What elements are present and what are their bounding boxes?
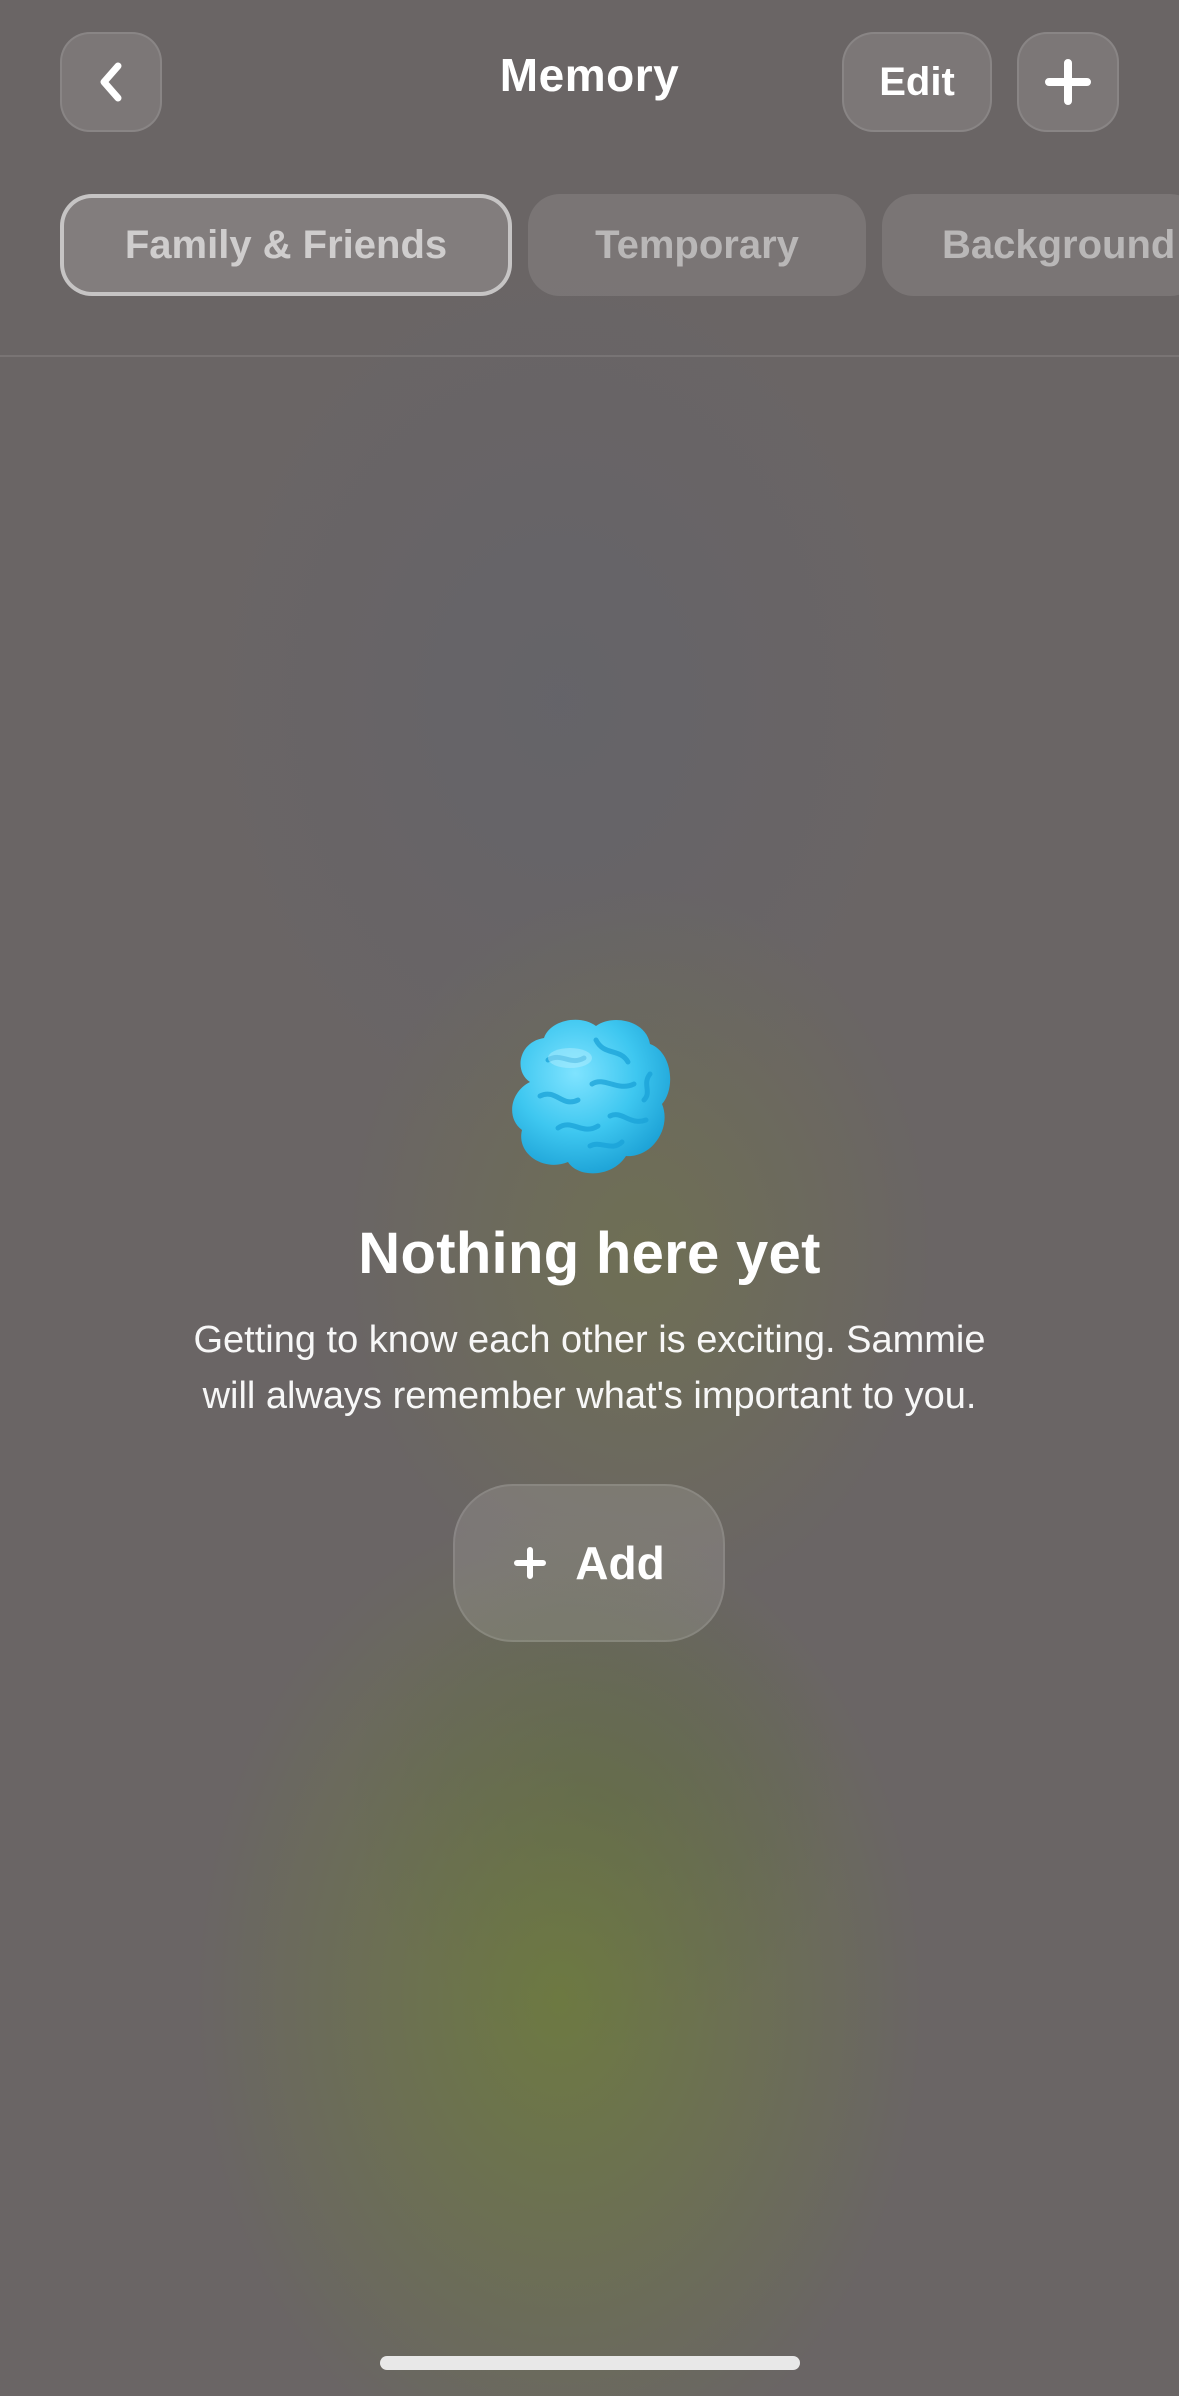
add-button-label: Add [575,1537,665,1589]
tab-temporary[interactable]: Temporary [528,194,866,296]
empty-state-title: Nothing here yet [358,1221,821,1286]
tab-background[interactable]: Background [882,194,1179,296]
page-title: Memory [499,49,680,101]
brain-icon [512,1019,671,1174]
edit-button[interactable]: Edit [842,32,992,132]
empty-state-description: Getting to know each other is exciting. … [100,1312,1079,1424]
add-button[interactable]: Add [453,1484,725,1642]
add-memory-button[interactable] [1017,32,1119,132]
header-divider [0,355,1179,357]
empty-state-description-line: Getting to know each other is exciting. … [193,1319,986,1361]
plus-icon [1045,59,1091,105]
tab-family-friends[interactable]: Family & Friends [60,194,512,296]
empty-state-description-line: will always remember what's important to… [202,1375,977,1417]
home-indicator[interactable] [380,2356,800,2370]
plus-icon [514,1547,547,1579]
category-tabs: Family & Friends Temporary Background [0,194,1179,296]
